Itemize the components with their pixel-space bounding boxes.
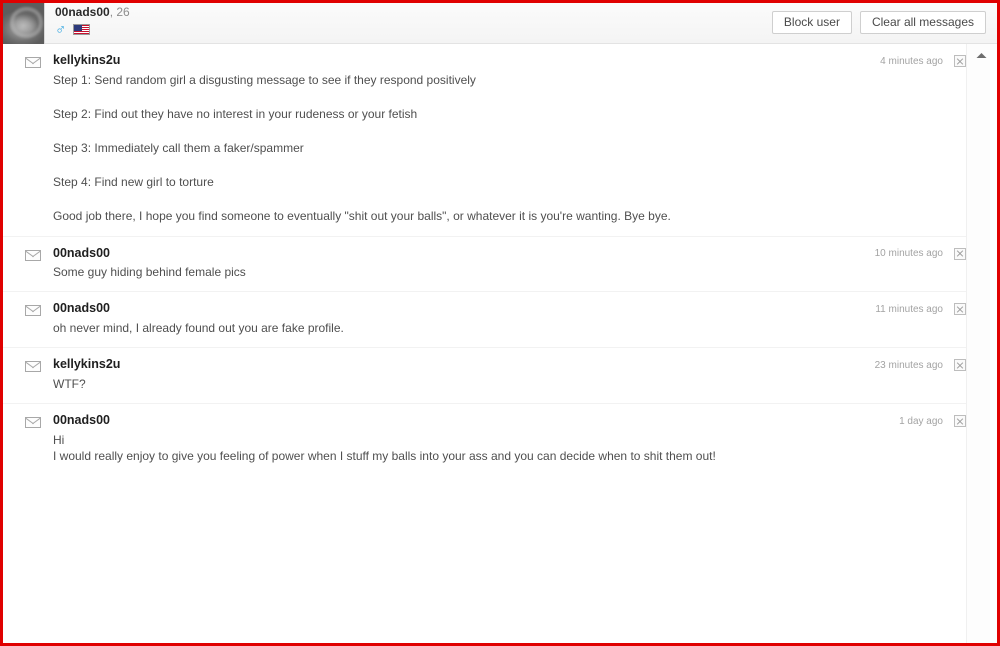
message-body: oh never mind, I already found out you a… — [53, 320, 853, 336]
message-timestamp: 1 day ago — [899, 415, 943, 427]
profile-age: 26 — [116, 5, 130, 19]
message-meta: 11 minutes ago — [875, 303, 966, 316]
profile-meta: 00nads00, 26 ♂ — [45, 3, 130, 37]
delete-message-icon[interactable] — [954, 303, 966, 316]
message-item: 00nads00 Hi I would really enjoy to give y… — [3, 403, 966, 475]
delete-message-icon[interactable] — [954, 55, 966, 67]
message-meta: 10 minutes ago — [874, 247, 966, 260]
envelope-icon — [25, 249, 41, 261]
message-paragraph: Step 2: Find out they have no interest i… — [53, 106, 418, 121]
envelope-icon — [25, 57, 41, 68]
message-author[interactable]: 00nads00 — [53, 246, 966, 262]
message-meta: 4 minutes ago — [880, 55, 966, 67]
message-paragraph: oh never mind, I already found out you a… — [53, 321, 344, 335]
header-buttons: Block user Clear all messages — [771, 11, 986, 34]
message-paragraph: I would really enjoy to give you feeling… — [53, 448, 716, 463]
message-paragraph: Some guy hiding behind female pics — [53, 265, 246, 280]
message-author[interactable]: kellykins2u — [53, 357, 966, 373]
messages-list: kellykins2u Step 1: Send random girl a di… — [3, 44, 966, 643]
envelope-icon — [25, 305, 41, 317]
message-timestamp: 4 minutes ago — [880, 55, 943, 67]
envelope-icon — [25, 361, 41, 373]
message-paragraph: Step 3: Immediately call them a faker/sp… — [53, 141, 304, 155]
delete-message-icon[interactable] — [954, 415, 966, 427]
message-body: Some guy hiding behind female pics — [53, 264, 853, 280]
message-item: 00nads00 Some guy hiding behind female pi… — [3, 235, 966, 292]
message-paragraph: Hi — [53, 432, 65, 447]
avatar[interactable] — [3, 3, 45, 44]
profile-nameline: 00nads00, 26 — [55, 5, 130, 20]
us-flag-icon — [73, 24, 91, 36]
profile-header: 00nads00, 26 ♂ Block user Clear all mess… — [3, 3, 997, 44]
envelope-icon — [25, 417, 41, 428]
message-paragraph: Good job there, I hope you find someone … — [53, 209, 671, 224]
message-meta: 1 day ago — [899, 415, 966, 427]
messages-area: kellykins2u Step 1: Send random girl a di… — [3, 44, 997, 643]
message-body: Step 1: Send random girl a disgusting me… — [53, 72, 853, 225]
profile-username[interactable]: 00nads00 — [55, 5, 110, 19]
message-window: 00nads00, 26 ♂ Block user Clear all mess… — [0, 0, 1000, 646]
message-body: WTF? — [53, 376, 853, 392]
message-paragraph: Step 1: Send random girl a disgusting me… — [53, 72, 476, 87]
scrollbar[interactable] — [966, 44, 997, 643]
clear-all-messages-button[interactable]: Clear all messages — [859, 11, 986, 34]
profile-icons: ♂ — [55, 21, 130, 39]
message-meta: 23 minutes ago — [874, 359, 966, 372]
block-user-button[interactable]: Block user — [771, 11, 852, 34]
message-timestamp: 23 minutes ago — [874, 359, 943, 371]
message-timestamp: 11 minutes ago — [875, 303, 943, 315]
message-paragraph: Step 4: Find new girl to torture — [53, 175, 214, 190]
male-symbol-icon: ♂ — [55, 21, 67, 39]
delete-message-icon[interactable] — [954, 247, 966, 260]
message-item: 00nads00 oh never mind, I already found o… — [3, 291, 966, 347]
message-paragraph: WTF? — [53, 376, 86, 391]
message-item: kellykins2u Step 1: Send random girl a di… — [3, 44, 966, 236]
message-item: kellykins2u WTF? 23 minutes ago — [3, 347, 966, 403]
message-timestamp: 10 minutes ago — [874, 248, 943, 260]
message-author[interactable]: kellykins2u — [53, 53, 966, 69]
message-author[interactable]: 00nads00 — [53, 413, 966, 429]
delete-message-icon[interactable] — [954, 359, 966, 372]
message-author[interactable]: 00nads00 — [53, 301, 966, 317]
message-body: Hi I would really enjoy to give you feeli… — [53, 432, 853, 464]
scroll-up-arrow-icon[interactable] — [974, 48, 991, 62]
